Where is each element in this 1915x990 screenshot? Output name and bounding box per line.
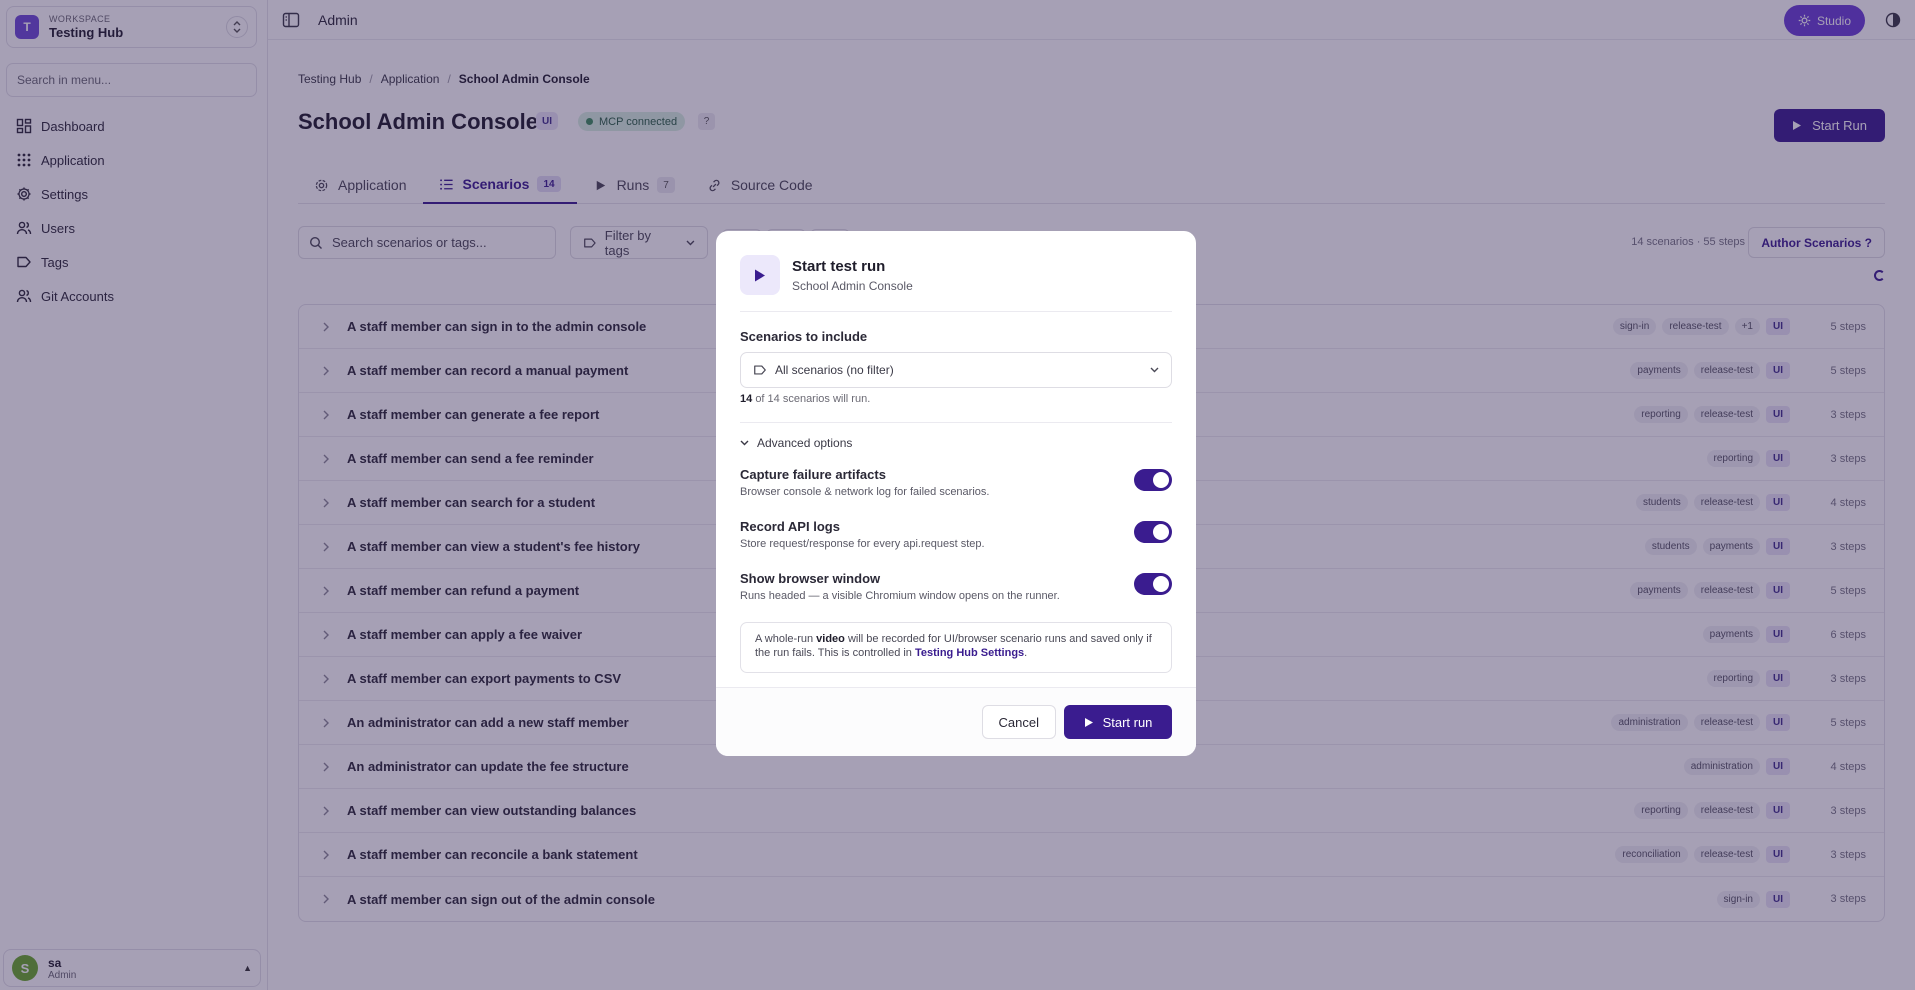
capture-failure-artifacts-toggle[interactable] (1134, 469, 1172, 491)
play-icon (740, 255, 780, 295)
option-record-api-logs: Record API logs Store request/response f… (740, 519, 1172, 550)
chevron-down-icon (740, 440, 749, 446)
option-title: Show browser window (740, 571, 881, 586)
option-title: Capture failure artifacts (740, 467, 886, 482)
scenario-count-number: 14 (740, 393, 753, 405)
notice-bold: video (816, 633, 845, 645)
scenarios-to-include-label: Scenarios to include (740, 329, 868, 344)
notice-text: . (1024, 647, 1028, 659)
option-description: Browser console & network log for failed… (740, 486, 990, 498)
chevron-down-icon (1150, 367, 1159, 373)
record-api-logs-toggle[interactable] (1134, 521, 1172, 543)
tag-icon (754, 365, 766, 375)
scenario-filter-value: All scenarios (no filter) (775, 363, 894, 377)
start-test-run-dialog: Start test run School Admin Console Scen… (716, 231, 1196, 756)
option-capture-failure-artifacts: Capture failure artifacts Browser consol… (740, 467, 1172, 498)
option-description: Store request/response for every api.req… (740, 538, 985, 550)
cancel-button[interactable]: Cancel (981, 705, 1056, 739)
advanced-options-label: Advanced options (757, 436, 853, 450)
notice-text: A whole-run (755, 633, 817, 645)
scenario-filter-select[interactable]: All scenarios (no filter) (740, 352, 1172, 388)
advanced-options-toggle[interactable]: Advanced options (740, 436, 852, 450)
testing-hub-settings-link[interactable]: Testing Hub Settings (915, 647, 1024, 659)
divider (740, 311, 1172, 312)
scenario-count-rest: of 14 scenarios will run. (755, 393, 871, 405)
option-title: Record API logs (740, 519, 840, 534)
show-browser-window-toggle[interactable] (1134, 573, 1172, 595)
option-show-browser-window: Show browser window Runs headed — a visi… (740, 571, 1172, 602)
option-description: Runs headed — a visible Chromium window … (740, 590, 1060, 602)
start-run-confirm-button[interactable]: Start run (1064, 705, 1172, 739)
video-recording-notice: A whole-run video will be recorded for U… (740, 622, 1172, 673)
scenario-count-text: 14 of 14 scenarios will run. (740, 393, 870, 405)
dialog-title: Start test run (792, 257, 886, 275)
divider (740, 422, 1172, 423)
play-icon (1084, 717, 1093, 727)
start-run-confirm-label: Start run (1102, 714, 1153, 730)
dialog-subtitle: School Admin Console (792, 278, 913, 293)
dialog-footer: Cancel Start run (716, 687, 1196, 756)
